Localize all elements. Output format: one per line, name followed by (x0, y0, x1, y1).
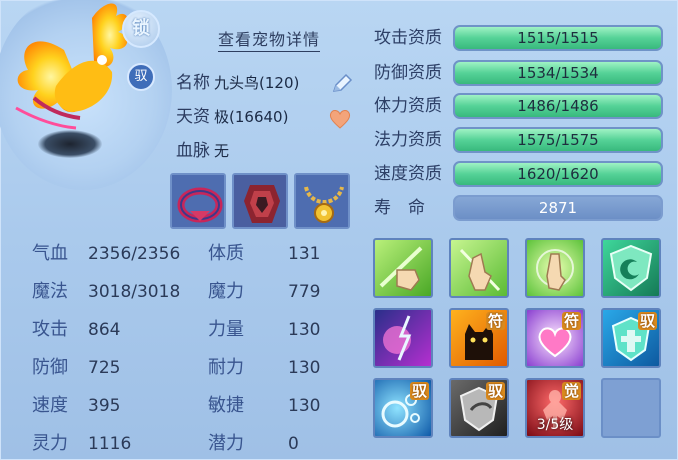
skill-slot-8[interactable]: 驭 (601, 308, 661, 368)
stat-value: 725 (88, 358, 121, 378)
stat-row: 攻击 864 (32, 318, 120, 342)
skill-slot-6[interactable]: 符 (449, 308, 509, 368)
aptitude-bar: 1486/1486 (453, 93, 663, 119)
skill-slot-4[interactable] (601, 238, 661, 298)
attribute-value: 131 (288, 244, 321, 264)
awaken-level: 3/5级 (536, 417, 574, 433)
hand-strike-icon (379, 246, 423, 291)
amulet-icon (296, 175, 348, 227)
attribute-label: 魔力 (208, 281, 244, 302)
stat-row: 气血 2356/2356 (32, 242, 180, 266)
aptitude-bar: 1620/1620 (453, 161, 663, 187)
attribute-value: 0 (288, 434, 299, 454)
talisman-tag: 符 (485, 312, 505, 330)
heart-icon[interactable] (328, 107, 352, 131)
skill-slot-5[interactable] (373, 308, 433, 368)
stat-value: 2356/2356 (88, 244, 181, 264)
stat-label: 灵力 (32, 433, 68, 454)
attribute-label: 敏捷 (208, 395, 244, 416)
skill-slot-2[interactable] (449, 238, 509, 298)
aptitude-bar: 1515/1515 (453, 25, 663, 51)
awaken-tag: 觉 (561, 382, 581, 400)
aptitude-label: 防御资质 (374, 63, 442, 83)
stat-value: 1116 (88, 434, 132, 454)
lock-badge[interactable]: 锁 (122, 10, 160, 48)
attribute-value: 130 (288, 320, 321, 340)
aptitude-bar: 1534/1534 (453, 60, 663, 86)
lifespan-label: 寿 命 (374, 198, 425, 218)
attribute-label: 体质 (208, 243, 244, 264)
stat-value: 864 (88, 320, 121, 340)
attribute-value: 779 (288, 282, 321, 302)
skill-slot-3[interactable] (525, 238, 585, 298)
attribute-label: 力量 (208, 319, 244, 340)
attribute-label: 潜力 (208, 433, 244, 454)
collar-icon (172, 175, 224, 227)
bloodline-value: 无 (214, 142, 230, 160)
stat-label: 速度 (32, 395, 68, 416)
stat-row: 速度 395 (32, 394, 120, 418)
attribute-value: 130 (288, 396, 321, 416)
skill-slot-9[interactable]: 驭 (373, 378, 433, 438)
skill-slot-11[interactable]: 觉 3/5级 (525, 378, 585, 438)
stat-value: 395 (88, 396, 121, 416)
equipment-slot-amulet[interactable] (294, 173, 350, 229)
bind-badge: 驭 (127, 63, 155, 91)
lightning-orb-icon (383, 315, 412, 361)
armor-icon (234, 175, 286, 227)
aptitude-label: 攻击资质 (374, 28, 442, 48)
stat-label: 防御 (32, 357, 68, 378)
attribute-value: 130 (288, 358, 321, 378)
attribute-row: 潜力 0 (208, 432, 299, 456)
attribute-row: 魔力 779 (208, 280, 320, 304)
pet-bloodline-row: 血脉无 (176, 140, 229, 162)
aptitude-label: 速度资质 (374, 164, 442, 184)
pet-talent-row: 天资 极(16640) (176, 106, 288, 128)
attribute-row: 耐力 130 (208, 356, 320, 380)
stat-row: 魔法 3018/3018 (32, 280, 180, 304)
talent-label: 天资 (176, 107, 210, 127)
stat-label: 攻击 (32, 319, 68, 340)
name-label: 名称 (176, 73, 210, 93)
stat-row: 灵力 1116 (32, 432, 131, 456)
skill-slot-10[interactable]: 驭 (449, 378, 509, 438)
stat-row: 防御 725 (32, 356, 120, 380)
attribute-label: 耐力 (208, 357, 244, 378)
skill-slot-7[interactable]: 符 (525, 308, 585, 368)
bind-tag: 驭 (637, 312, 657, 330)
attribute-row: 敏捷 130 (208, 394, 320, 418)
equipment-slot-armor[interactable] (232, 173, 288, 229)
attribute-row: 体质 131 (208, 242, 320, 266)
view-pet-details-link[interactable]: 查看宠物详情 (218, 26, 321, 52)
stat-label: 气血 (32, 243, 68, 264)
shield-moon-icon (609, 244, 653, 292)
attribute-row: 力量 130 (208, 318, 320, 342)
palm-icon (459, 248, 501, 292)
talisman-tag: 符 (561, 312, 581, 330)
equipment-slot-collar[interactable] (170, 173, 226, 229)
aptitude-label: 体力资质 (374, 96, 442, 116)
stat-label: 魔法 (32, 281, 68, 302)
bind-tag: 驭 (409, 382, 429, 400)
talent-value: 极(16640) (214, 108, 289, 126)
name-value: 九头鸟(120) (214, 74, 300, 92)
pet-name-row: 名称 九头鸟(120) (176, 72, 299, 94)
aptitude-label: 法力资质 (374, 130, 442, 150)
stat-value: 3018/3018 (88, 282, 181, 302)
bloodline-label: 血脉 (176, 141, 210, 161)
edit-name-icon[interactable] (330, 72, 354, 96)
skill-slot-empty[interactable] (601, 378, 661, 438)
bind-tag: 驭 (485, 382, 505, 400)
lifespan-value: 2871 (453, 195, 663, 221)
skill-slot-1[interactable] (373, 238, 433, 298)
aptitude-bar: 1575/1575 (453, 127, 663, 153)
blessing-hand-icon (536, 249, 574, 291)
